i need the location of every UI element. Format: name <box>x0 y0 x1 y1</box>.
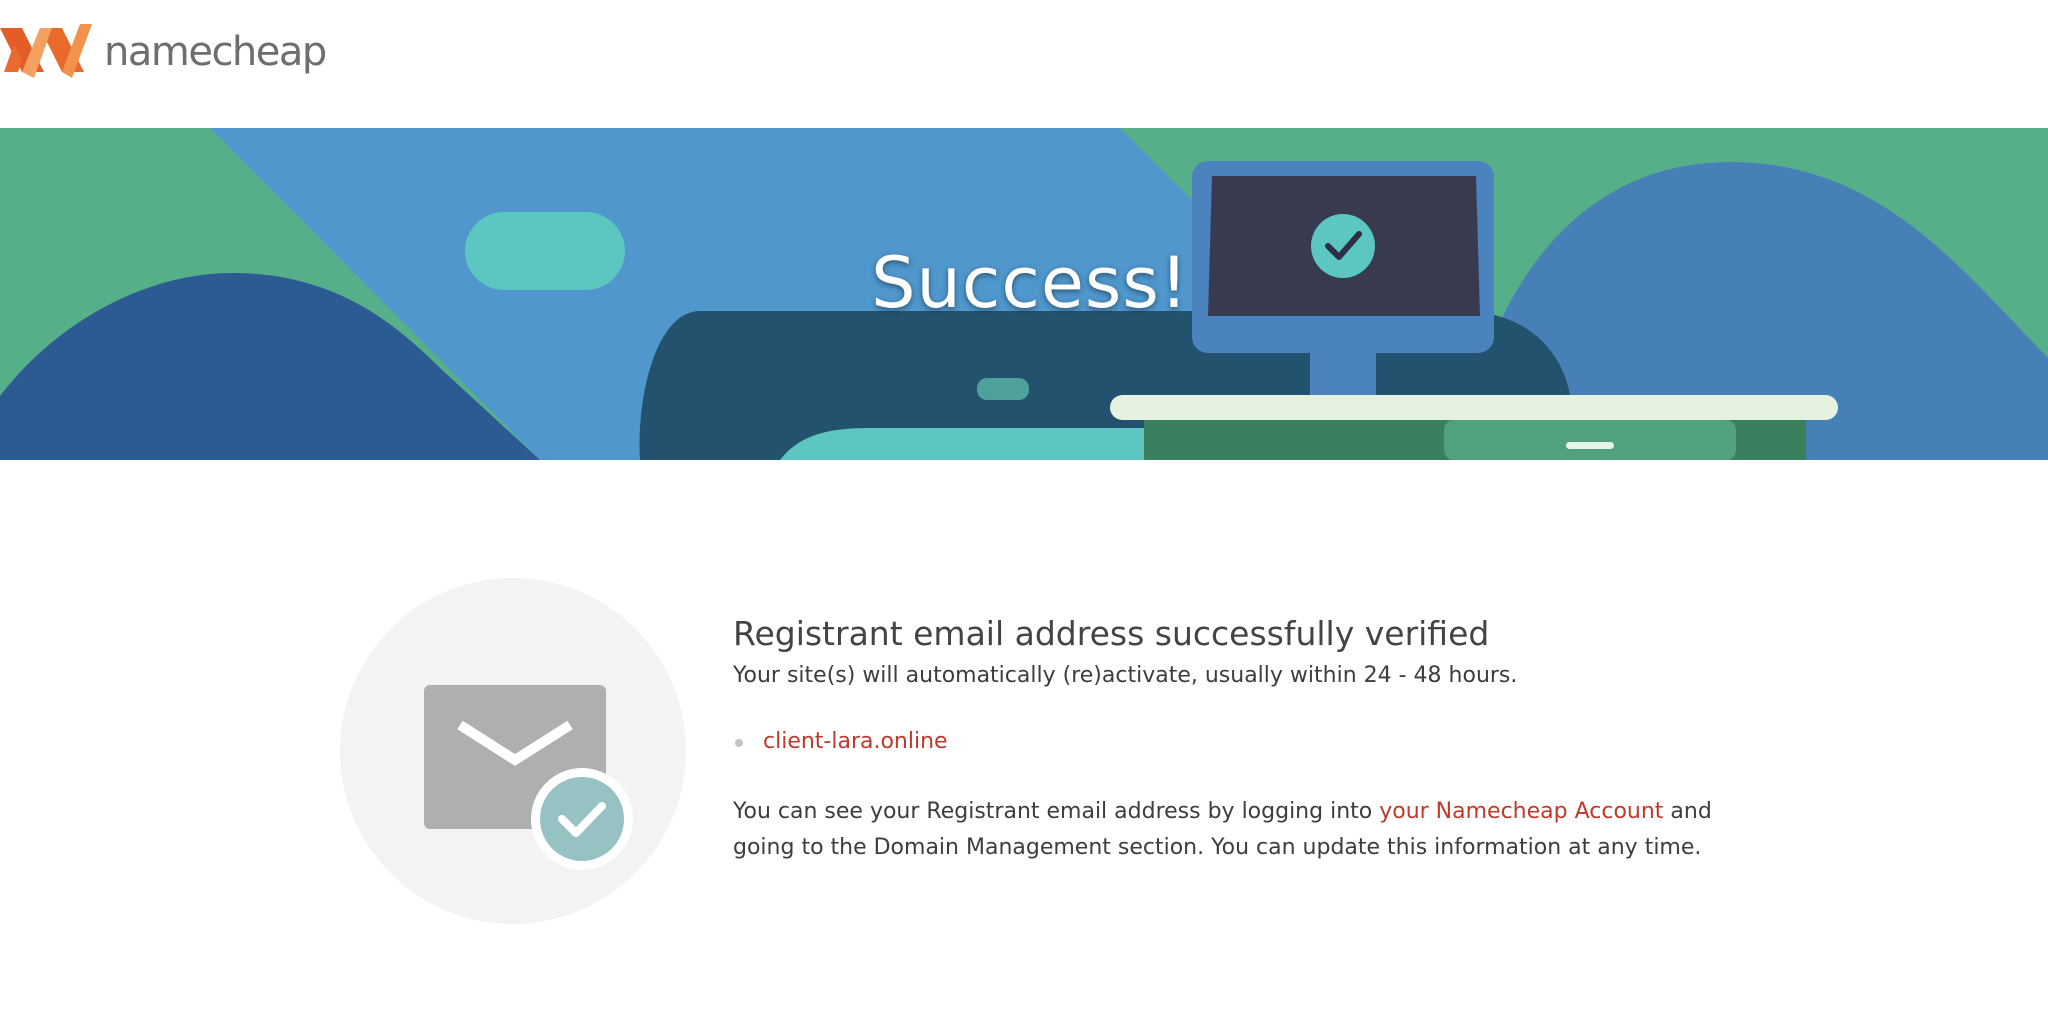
namecheap-logo[interactable]: namecheap <box>0 18 327 82</box>
bullet-dot <box>735 739 743 747</box>
success-banner: Success! <box>0 128 2048 460</box>
email-verified-icon <box>340 578 686 924</box>
verification-heading: Registrant email address successfully ve… <box>733 614 1490 653</box>
account-info-paragraph: You can see your Registrant email addres… <box>733 794 1733 866</box>
success-title: Success! <box>871 242 1189 324</box>
logo-wordmark: namecheap <box>104 29 327 75</box>
namecheap-n-icon <box>0 20 92 80</box>
list-item: client-lara.online <box>733 726 1733 758</box>
namecheap-account-link[interactable]: your Namecheap Account <box>1379 799 1663 824</box>
domain-list: client-lara.online <box>733 726 1733 758</box>
message-column: Registrant email address successfully ve… <box>733 612 1733 866</box>
domain-link[interactable]: client-lara.online <box>763 729 948 754</box>
checkmark-icon <box>540 777 624 861</box>
reactivation-notice: Your site(s) will automatically (re)acti… <box>733 663 1518 688</box>
verification-content: Registrant email address successfully ve… <box>0 460 2048 1030</box>
paragraph-text-start: You can see your Registrant email addres… <box>733 799 1380 824</box>
site-header: namecheap <box>0 0 2048 128</box>
